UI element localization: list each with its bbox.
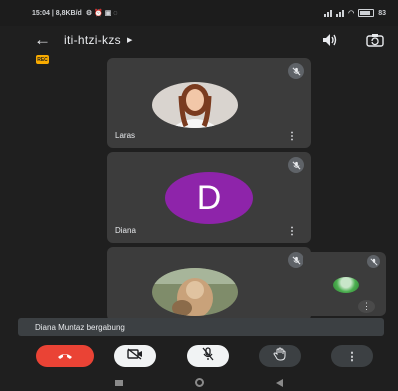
avatar-diana: D [165,172,253,224]
camera-off-icon [127,347,143,365]
status-bar: 15:04 | 8,8KB/d ⚙ ⏰ ▣ ◌ ◠ 83 [0,0,398,26]
self-avatar [333,277,359,293]
recents-icon[interactable] [115,379,123,386]
self-more-options-icon[interactable]: ⋮ [358,300,375,313]
more-options-button[interactable]: ⋮ [331,345,373,367]
signal-icon [324,9,333,17]
call-controls: ⋮ [0,342,398,372]
end-call-icon [57,347,73,365]
end-call-button[interactable] [36,345,94,367]
join-notification-text: Diana Muntaz bergabung [35,322,125,332]
avatar-participant-3 [152,268,238,316]
self-view-tile[interactable]: ⋮ [303,252,386,316]
status-time: 15:04 | 8,8KB/d [32,9,82,17]
raise-hand-button[interactable] [259,345,301,367]
recording-badge: REC [36,55,49,64]
back-icon[interactable] [276,378,283,387]
participant-tile-diana[interactable]: D Diana ⋮ [107,152,311,243]
more-options-icon[interactable]: ⋮ [287,131,297,142]
back-arrow-icon[interactable]: ← [34,30,64,50]
camera-toggle-button[interactable] [114,345,156,367]
battery-icon [358,9,375,17]
notification-icons: ⚙ ⏰ ▣ ◌ [85,10,118,17]
switch-camera-icon[interactable] [366,33,384,47]
mic-off-icon [288,157,304,173]
participant-name: Diana [115,226,136,235]
mic-off-icon [367,255,380,268]
meeting-header: ← iti-htzi-kzs ▶ [0,26,398,54]
system-nav-bar [0,374,398,391]
meeting-code[interactable]: iti-htzi-kzs [64,33,121,47]
mic-toggle-button[interactable] [187,345,229,367]
more-options-icon[interactable]: ⋮ [287,226,297,237]
caret-right-icon[interactable]: ▶ [127,36,132,44]
participant-tile-3[interactable] [107,247,311,321]
mic-off-icon [288,252,304,268]
participant-name: Laras [115,131,136,140]
recording-badge-label: REC [37,56,48,63]
hand-icon [273,346,287,366]
avatar-laras [152,82,238,128]
mic-off-icon [202,346,214,366]
join-notification: Diana Muntaz bergabung [18,318,384,336]
battery-level: 83 [378,9,386,17]
mic-off-icon [288,63,304,79]
participant-tile-laras[interactable]: Laras ⋮ [107,58,311,148]
home-icon[interactable] [195,378,204,387]
speaker-icon[interactable] [322,33,338,47]
wifi-icon: ◠ [348,10,355,17]
signal-icon-2 [336,9,345,17]
